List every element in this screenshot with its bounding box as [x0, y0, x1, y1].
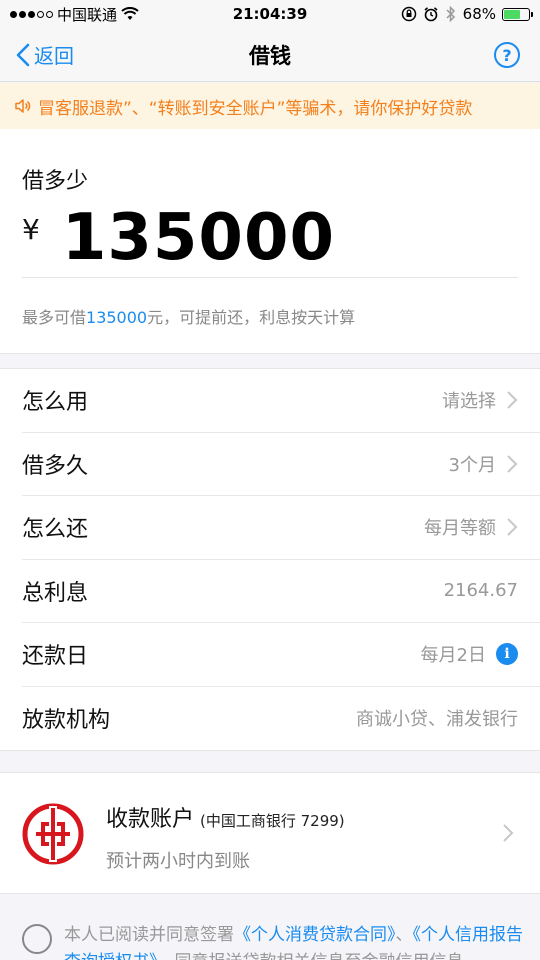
row-label: 放款机构	[22, 708, 111, 734]
receiving-account[interactable]: 收款账户 (中国工商银行 7299) 预计两小时内到账	[0, 772, 540, 894]
amount-card: 借多少 ¥ 135000 最多可借135000元，可提前还，利息按天计算	[0, 129, 540, 354]
row-right: 商诚小贷、浦发银行	[356, 705, 518, 731]
agreement-prefix: 本人已阅读并同意签署	[64, 925, 234, 945]
row-label: 借多久	[22, 453, 89, 479]
row-value: 请选择	[442, 391, 496, 413]
row-value: 每月2日	[420, 645, 486, 667]
amount-label: 借多少	[22, 169, 89, 194]
chevron-right-icon	[503, 824, 514, 842]
agreement-separator: 、	[395, 925, 413, 945]
currency-symbol: ¥	[22, 213, 40, 246]
fraud-notice: 冒客服退款”、“转账到安全账户”等骗术，请你保护好贷款	[0, 83, 540, 129]
row-repayment-day: 还款日 每月2日 i	[22, 623, 540, 687]
loan-detail-list: 怎么用 请选择 借多久 3个月 怎么还 每月等额 总利息 2164.67 还款日…	[0, 368, 540, 751]
orientation-lock-icon	[401, 6, 416, 22]
agreement-suffix: 、同意报送贷款相关信息至金融信用信息	[158, 952, 464, 960]
row-right: 2164.67	[444, 580, 518, 601]
row-value: 商诚小贷、浦发银行	[356, 709, 518, 731]
row-repayment-method[interactable]: 怎么还 每月等额	[22, 496, 540, 560]
chevron-right-icon	[507, 518, 518, 536]
amount-hint: 最多可借135000元，可提前还，利息按天计算	[22, 304, 355, 328]
signal-icon	[10, 10, 53, 18]
help-button[interactable]: ?	[494, 42, 520, 68]
amount-value[interactable]: 135000	[62, 201, 335, 275]
row-value: 2164.67	[443, 580, 518, 602]
amount-input[interactable]: ¥ 135000	[22, 201, 335, 275]
wifi-icon	[121, 7, 139, 20]
status-bar: 中国联通 21:04:39 68%	[0, 0, 540, 28]
battery-icon	[502, 7, 533, 21]
row-label: 还款日	[22, 644, 89, 670]
page-title: 借钱	[249, 43, 291, 68]
chevron-right-icon	[507, 455, 518, 473]
hint-prefix: 最多可借	[22, 308, 87, 327]
account-bank: (中国工商银行 7299)	[200, 812, 345, 830]
account-arrival-hint: 预计两小时内到账	[106, 851, 250, 872]
row-total-interest: 总利息 2164.67	[22, 560, 540, 623]
row-right: 每月2日 i	[421, 641, 518, 667]
row-lender: 放款机构 商诚小贷、浦发银行	[22, 687, 540, 751]
row-label: 怎么还	[22, 517, 89, 543]
agreement-text: 本人已阅读并同意签署《个人消费贷款合同》、《个人信用报告查询授权书》、同意报送贷…	[64, 922, 524, 960]
row-value: 每月等额	[424, 518, 496, 540]
notice-text: 冒客服退款”、“转账到安全账户”等骗术，请你保护好贷款	[38, 98, 473, 119]
account-title: 收款账户 (中国工商银行 7299)	[106, 801, 345, 833]
status-right: 68%	[401, 5, 533, 23]
account-label: 收款账户	[106, 807, 195, 832]
bluetooth-icon	[446, 6, 455, 22]
carrier-name: 中国联通	[57, 5, 118, 24]
row-usage[interactable]: 怎么用 请选择	[22, 369, 540, 433]
agreement-checkbox[interactable]	[22, 924, 52, 954]
agreement: 本人已阅读并同意签署《个人消费贷款合同》、《个人信用报告查询授权书》、同意报送贷…	[0, 908, 540, 960]
info-icon[interactable]: i	[496, 643, 518, 666]
row-right: 3个月	[449, 451, 518, 477]
row-right: 请选择	[442, 387, 518, 413]
status-left: 中国联通	[10, 4, 139, 25]
chevron-right-icon	[507, 391, 518, 409]
amount-divider	[22, 277, 518, 278]
row-label: 总利息	[22, 580, 89, 606]
chevron-left-icon	[16, 43, 30, 66]
hint-suffix: 元，可提前还，利息按天计算	[147, 308, 356, 327]
icbc-logo-icon	[22, 803, 84, 865]
row-right: 每月等额	[424, 514, 518, 540]
row-term[interactable]: 借多久 3个月	[22, 433, 540, 496]
speaker-icon	[15, 99, 31, 113]
row-value: 3个月	[448, 454, 496, 476]
loan-contract-link[interactable]: 《个人消费贷款合同》	[234, 925, 396, 945]
row-label: 怎么用	[22, 390, 89, 416]
hint-max-amount: 135000	[86, 308, 148, 327]
back-label: 返回	[34, 44, 74, 68]
battery-percent: 68%	[462, 5, 496, 23]
alarm-icon	[424, 7, 438, 22]
nav-bar: 返回 借钱 ?	[0, 28, 540, 82]
back-button[interactable]: 返回	[16, 40, 74, 69]
